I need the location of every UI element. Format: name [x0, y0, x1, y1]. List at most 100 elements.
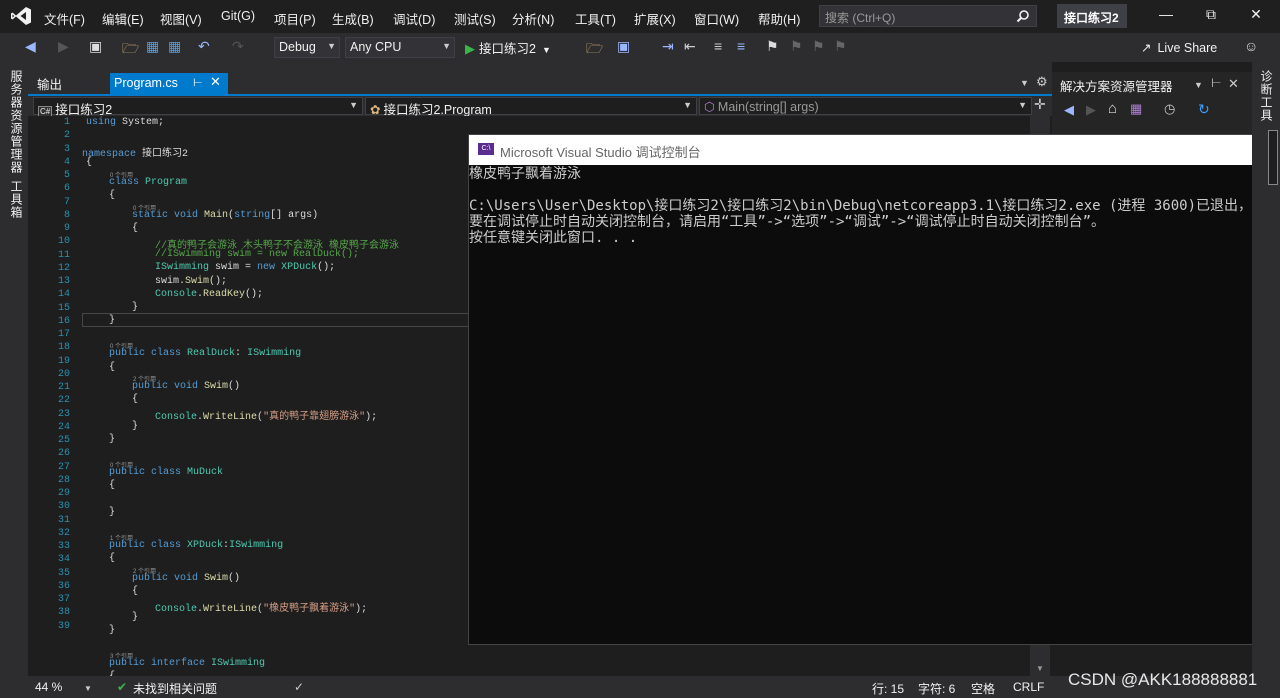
close-tab-icon[interactable]: ✕ [210, 74, 221, 90]
console-scrollbar[interactable] [1268, 130, 1278, 185]
line-number: 1 [63, 117, 70, 128]
minimize-icon[interactable]: — [1156, 6, 1176, 26]
diagnostics-tab[interactable]: 诊断工具 [1258, 70, 1275, 122]
home-icon[interactable]: ⌂ [1108, 100, 1117, 117]
menu-build[interactable]: 生成(B) [332, 9, 374, 28]
line-number: 29 [57, 488, 70, 499]
bookmark-next-icon[interactable]: ⚑ [812, 38, 825, 55]
code-line-21: Console.WriteLine("真的鸭子靠翅膀游泳"); [155, 412, 378, 423]
issues-status[interactable]: 未找到相关问题 [133, 680, 217, 697]
config-dropdown[interactable]: Debug ▼ [274, 37, 340, 58]
run-button[interactable]: ▶ 接口练习2 ▼ [465, 38, 551, 57]
save-icon[interactable]: ▦ [146, 38, 159, 55]
class-dropdown[interactable]: ✿ 接口练习2.Program ▼ [365, 97, 697, 117]
bookmark-prev-icon[interactable]: ⚑ [790, 38, 803, 55]
comment-icon[interactable]: ≡ [737, 38, 745, 54]
menu-debug[interactable]: 调试(D) [393, 9, 435, 28]
line-number: 6 [63, 183, 70, 195]
menu-window[interactable]: 窗口(W) [694, 9, 739, 28]
line-number: 2 [63, 130, 70, 142]
indent-icon[interactable]: ≡ [714, 38, 722, 54]
step-out-icon[interactable]: ⇤ [684, 38, 696, 55]
code-line-30: public class XPDuck:ISwimming [109, 540, 284, 551]
visual-studio-logo-icon[interactable] [10, 6, 32, 26]
line-number: 22 [57, 395, 70, 407]
folder-icon[interactable]: 🗁 [586, 38, 603, 62]
menu-git[interactable]: Git(G) [221, 9, 255, 23]
new-project-icon[interactable]: ▣ [89, 38, 102, 55]
line-ending[interactable]: CRLF [1013, 680, 1044, 694]
tab-list-dropdown-icon[interactable]: ▼ [1020, 78, 1029, 88]
run-label: 接口练习2 [479, 42, 536, 56]
code-line-36: } [109, 625, 116, 636]
refresh-icon[interactable]: ↻ [1198, 101, 1210, 118]
chevron-down-icon: ▼ [327, 41, 336, 51]
project-title: 接口练习2 [1057, 4, 1127, 28]
menu-tools[interactable]: 工具(T) [575, 9, 616, 28]
line-number: 28 [57, 474, 70, 486]
restore-icon[interactable]: ⧉ [1201, 6, 1221, 26]
scroll-down-icon[interactable]: ▼ [1036, 664, 1044, 673]
switch-views-icon[interactable]: ▦ [1130, 101, 1142, 117]
zoom-level[interactable]: 44 % [35, 680, 62, 694]
project-dropdown[interactable]: C# 接口练习2 ▼ [33, 97, 363, 117]
step-icon[interactable]: ⇥ [662, 38, 674, 55]
close-icon[interactable]: ✕ [1246, 6, 1266, 26]
debug-console-window[interactable]: C:\ Microsoft Visual Studio 调试控制台 橡皮鸭子飘着… [468, 134, 1280, 645]
live-share-button[interactable]: ↗ Live Share [1141, 40, 1217, 55]
whitespace-mode[interactable]: 空格 [971, 680, 995, 697]
feedback-icon[interactable]: ☺ [1244, 38, 1258, 54]
menu-project[interactable]: 项目(P) [274, 9, 316, 28]
back-icon[interactable]: ◀ [25, 38, 36, 55]
redo-icon[interactable]: ↷ [232, 38, 244, 55]
browser-icon[interactable]: ▣ [617, 38, 630, 55]
line-number: 18 [57, 342, 70, 354]
solution-explorer-title: 解决方案资源管理器 [1060, 80, 1173, 94]
menu-test[interactable]: 测试(S) [454, 9, 496, 28]
menu-edit[interactable]: 编辑(E) [102, 9, 144, 28]
console-title-bar[interactable]: C:\ Microsoft Visual Studio 调试控制台 [469, 135, 1280, 165]
gear-icon[interactable]: ⚙ [1036, 74, 1048, 90]
solution-explorer-toolbar: ◀ ▶ ⌂ ▦ ◷ ↻ [1058, 100, 1248, 122]
save-all-icon[interactable]: ▦ [168, 38, 181, 55]
bookmark-clear-icon[interactable]: ⚑ [834, 38, 847, 55]
menu-file[interactable]: 文件(F) [44, 9, 85, 28]
forward-icon[interactable]: ▶ [58, 38, 69, 55]
member-dropdown[interactable]: ⬡ Main(string[] args) ▼ [699, 97, 1032, 115]
chevron-down-icon: ▼ [349, 100, 358, 110]
menu-view[interactable]: 视图(V) [160, 9, 202, 28]
chevron-down-icon[interactable]: ▼ [1194, 80, 1203, 90]
close-icon[interactable]: ✕ [1228, 76, 1239, 92]
search-input[interactable]: 搜索 (Ctrl+Q) [819, 5, 1037, 27]
code-line-13: Console.ReadKey(); [155, 289, 264, 300]
line-number: 36 [57, 580, 70, 592]
pin-icon[interactable]: ⊢ [1211, 76, 1221, 90]
menu-help[interactable]: 帮助(H) [758, 9, 800, 28]
menu-analyze[interactable]: 分析(N) [512, 9, 554, 28]
chevron-down-icon[interactable]: ▼ [84, 684, 92, 693]
tab-program-cs[interactable]: Program.cs ⊢ ✕ [110, 73, 228, 95]
bookmark-icon[interactable]: ⚑ [766, 38, 779, 55]
history-icon[interactable]: ◷ [1164, 101, 1175, 117]
console-output-line: C:\Users\User\Desktop\接口练习2\接口练习2\bin\De… [469, 198, 1280, 214]
undo-icon[interactable]: ↶ [198, 38, 210, 55]
code-line-6: { [109, 190, 116, 201]
toolbox-tab[interactable]: 工具箱 [8, 180, 25, 219]
live-share-label: Live Share [1157, 41, 1218, 55]
check-icon: ✔ [117, 680, 128, 694]
member-name: Main(string[] args) [717, 100, 819, 114]
code-line-35: } [132, 612, 139, 623]
code-line-19: public void Swim() [132, 381, 241, 392]
split-icon[interactable]: ✛ [1034, 96, 1046, 113]
brush-icon[interactable]: ✓ [294, 680, 304, 694]
platform-dropdown[interactable]: Any CPU ▼ [345, 37, 455, 58]
line-number: 37 [57, 594, 70, 605]
back-icon[interactable]: ◀ [1064, 102, 1074, 118]
forward-icon[interactable]: ▶ [1086, 102, 1096, 118]
server-explorer-tab[interactable]: 服务器资源管理器 [8, 70, 25, 174]
pin-icon[interactable]: ⊢ [193, 76, 203, 89]
tab-output[interactable]: 输出 [37, 74, 62, 93]
search-placeholder: 搜索 (Ctrl+Q) [825, 11, 896, 25]
open-folder-icon[interactable]: 🗁 [122, 38, 139, 62]
menu-extensions[interactable]: 扩展(X) [634, 9, 676, 28]
